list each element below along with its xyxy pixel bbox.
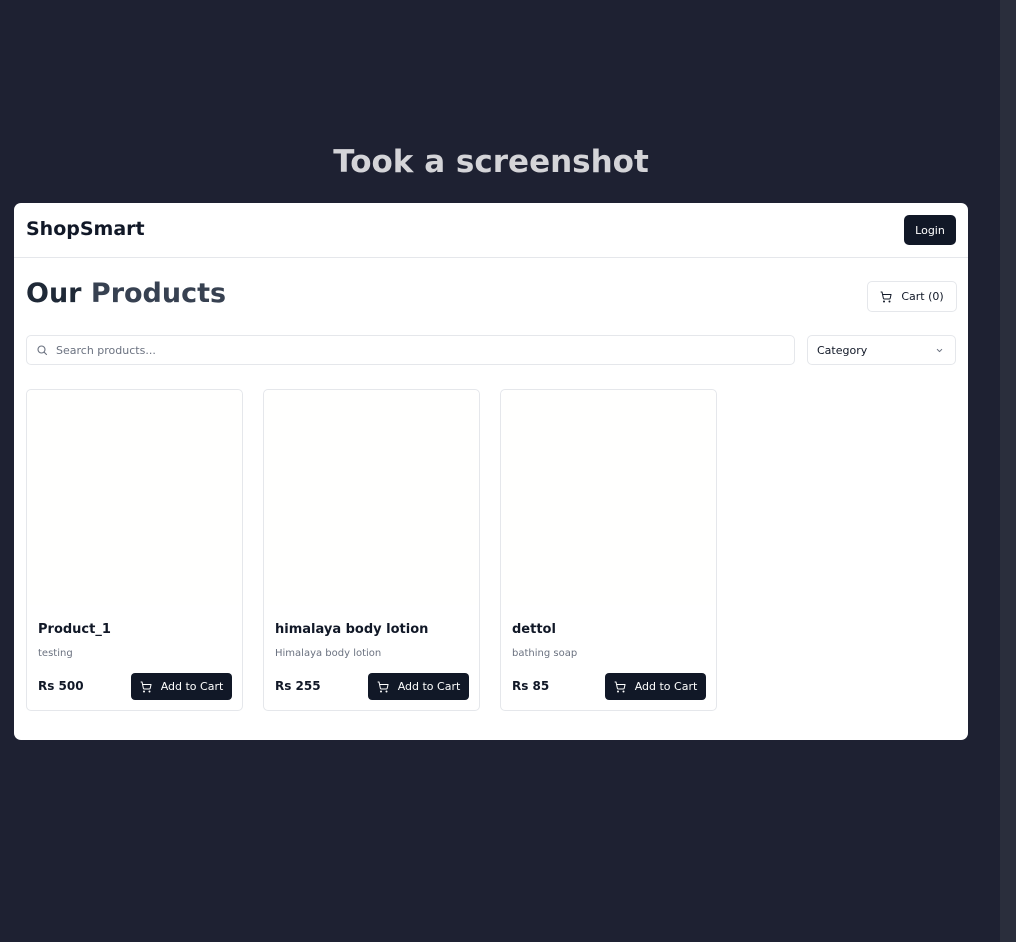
page-title-part-2: Products — [90, 278, 227, 309]
product-card: himalaya body lotion Himalaya body lotio… — [263, 389, 480, 711]
add-to-cart-button[interactable]: Add to Cart — [131, 673, 232, 700]
product-name[interactable]: dettol — [512, 622, 556, 637]
navbar: ShopSmart Login — [14, 203, 968, 258]
page-title-part-1: Our — [26, 278, 82, 309]
product-price: Rs 255 — [275, 679, 321, 693]
right-edge-strip — [1000, 0, 1016, 942]
login-button[interactable]: Login — [904, 215, 956, 245]
category-select-label: Category — [817, 344, 868, 357]
cart-button[interactable]: Cart (0) — [867, 281, 957, 312]
product-image — [27, 390, 242, 605]
page-title: Our Products — [26, 278, 226, 309]
add-to-cart-button[interactable]: Add to Cart — [368, 673, 469, 700]
product-name[interactable]: Product_1 — [38, 622, 111, 637]
shopping-cart-icon — [377, 681, 389, 692]
add-to-cart-label: Add to Cart — [160, 680, 224, 693]
screenshot-caption: Took a screenshot — [333, 144, 649, 180]
add-to-cart-label: Add to Cart — [634, 680, 698, 693]
product-description: testing — [38, 648, 73, 659]
product-price: Rs 85 — [512, 679, 550, 693]
shopping-cart-icon — [140, 681, 152, 692]
product-image — [501, 390, 716, 605]
product-description: bathing soap — [512, 648, 578, 659]
product-description: Himalaya body lotion — [275, 648, 382, 659]
product-price: Rs 500 — [38, 679, 84, 693]
chevron-down-icon — [936, 348, 943, 353]
add-to-cart-label: Add to Cart — [397, 680, 461, 693]
product-name[interactable]: himalaya body lotion — [275, 622, 428, 637]
cart-button-label: Cart (0) — [901, 290, 944, 303]
search-input[interactable] — [56, 336, 776, 364]
product-image — [264, 390, 479, 605]
product-card: dettol bathing soap Rs 85 Add to Cart — [500, 389, 717, 711]
shopping-cart-icon — [880, 291, 892, 302]
shopping-cart-icon — [614, 681, 626, 692]
brand-logo[interactable]: ShopSmart — [26, 218, 145, 240]
search-bar — [26, 335, 795, 365]
add-to-cart-button[interactable]: Add to Cart — [605, 673, 706, 700]
app-window: ShopSmart Login Our Products Cart (0) Ca… — [14, 203, 968, 740]
category-select[interactable]: Category — [807, 335, 956, 365]
product-card: Product_1 testing Rs 500 Add to Cart — [26, 389, 243, 711]
search-icon — [37, 345, 48, 356]
